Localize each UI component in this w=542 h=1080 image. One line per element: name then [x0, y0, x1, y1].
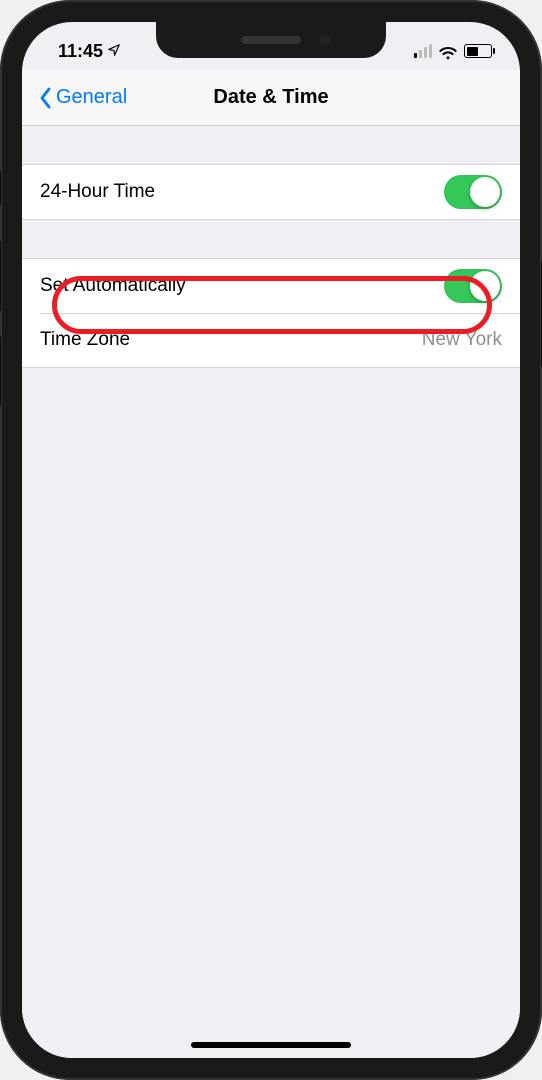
cell-signal-icon: [414, 44, 432, 58]
wifi-icon: [438, 44, 458, 58]
mute-switch: [0, 170, 1, 206]
front-camera: [319, 34, 331, 46]
toggle-set-automatically[interactable]: [444, 269, 502, 303]
home-indicator[interactable]: [191, 1042, 351, 1048]
battery-fill: [467, 47, 479, 56]
row-label: Time Zone: [40, 329, 130, 351]
phone-device-frame: 11:45: [0, 0, 542, 1080]
notch: [156, 22, 386, 58]
back-label: General: [56, 86, 127, 109]
nav-bar: General Date & Time: [22, 70, 520, 126]
page-title: Date & Time: [213, 86, 328, 109]
settings-group-2: Set Automatically Time Zone New York: [22, 258, 520, 368]
volume-up-button: [0, 240, 1, 312]
back-button[interactable]: General: [32, 70, 133, 125]
chevron-left-icon: [38, 87, 52, 109]
battery-icon: [464, 44, 492, 58]
row-time-zone[interactable]: Time Zone New York: [22, 313, 520, 367]
volume-down-button: [0, 335, 1, 407]
location-icon: [107, 41, 121, 62]
screen: 11:45: [22, 22, 520, 1058]
row-value: New York: [422, 329, 502, 351]
settings-group-1: 24-Hour Time: [22, 164, 520, 220]
row-set-automatically: Set Automatically: [22, 259, 520, 313]
row-label: Set Automatically: [40, 275, 186, 297]
row-24-hour-time: 24-Hour Time: [22, 165, 520, 219]
toggle-knob: [470, 271, 500, 301]
status-bar-right: [414, 44, 492, 58]
status-bar-left: 11:45: [58, 41, 121, 62]
toggle-24-hour-time[interactable]: [444, 175, 502, 209]
toggle-knob: [470, 177, 500, 207]
content: 24-Hour Time Set Automatically Time Zone…: [22, 126, 520, 1058]
row-label: 24-Hour Time: [40, 181, 155, 203]
speaker: [241, 36, 301, 44]
status-time: 11:45: [58, 41, 103, 62]
